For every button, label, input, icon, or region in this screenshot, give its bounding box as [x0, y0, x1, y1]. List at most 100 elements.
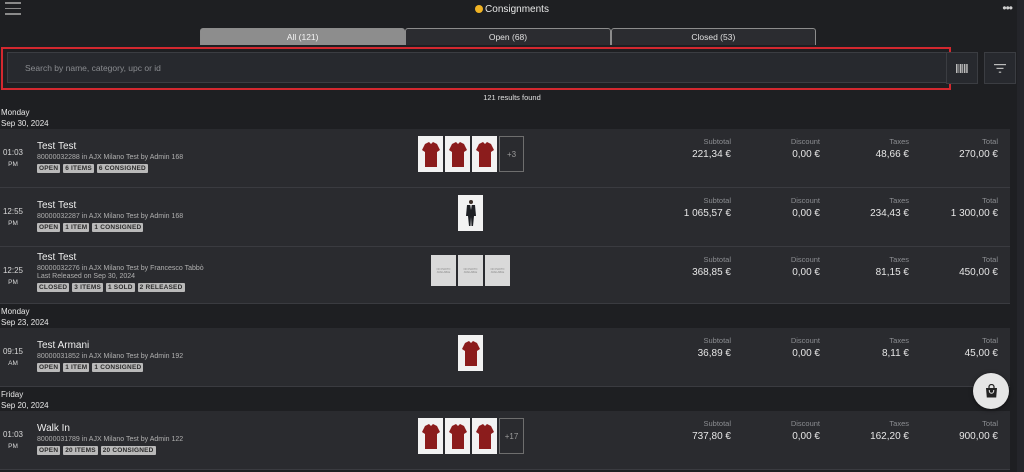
search-input[interactable]: [8, 53, 946, 82]
row-totals: Subtotal 221,34 € Discount 0,00 € Taxes 48,…: [640, 137, 1000, 177]
discount-label: Discount: [790, 137, 820, 146]
taxes-value: 162,20 €: [870, 431, 909, 442]
subtotal-label: Subtotal: [703, 137, 731, 146]
row-time: 09:15 AM: [2, 347, 24, 367]
consignment-list: Monday Sep 30, 2024 01:03 PM Test Test 80…: [0, 105, 1010, 470]
subtotal-label: Subtotal: [703, 419, 731, 428]
no-photo-placeholder: NO PHOTO AVAILABLE: [458, 255, 483, 286]
product-thumbnail: [458, 335, 483, 371]
product-thumbnail: [472, 136, 497, 172]
consignment-row[interactable]: 12:55 PM Test Test 80000032287 in AJX Mil…: [0, 188, 1010, 247]
taxes-label: Taxes: [889, 137, 909, 146]
status-badge: OPEN: [37, 363, 61, 372]
no-photo-placeholder: NO PHOTO AVAILABLE: [431, 255, 456, 286]
group-day: Monday: [1, 108, 30, 117]
consignment-row[interactable]: 12:25 PM Test Test 80000032276 in AJX Mil…: [0, 247, 1010, 304]
row-time: 12:55 PM: [2, 207, 24, 227]
group-day: Friday: [1, 390, 24, 399]
emoji-icon: [475, 5, 484, 13]
row-info: Test Armani 80000031852 in AJX Milano Te…: [37, 340, 183, 372]
row-time: 01:03 PM: [2, 148, 24, 168]
consigned-badge: 1 CONSIGNED: [92, 363, 144, 372]
scrollbar[interactable]: [1017, 0, 1024, 472]
consignment-row[interactable]: 01:03 PM Test Test 80000032288 in AJX Mil…: [0, 129, 1010, 188]
product-thumbnail: [445, 136, 470, 172]
row-time: 12:25 PM: [2, 266, 24, 286]
more-images-count: +17: [499, 418, 524, 454]
subtotal-value: 221,34 €: [692, 149, 731, 160]
status-badge: OPEN: [37, 223, 61, 232]
barcode-icon: [956, 63, 968, 73]
barcode-scan-button[interactable]: [946, 52, 978, 84]
items-badge: 3 ITEMS: [72, 283, 103, 292]
subtotal-label: Subtotal: [703, 196, 731, 205]
date-group-header: Monday Sep 23, 2024: [0, 304, 1010, 328]
filter-button[interactable]: [984, 52, 1016, 84]
consignment-id-line: 80000032276 in AJX Milano Test by France…: [37, 265, 204, 272]
tab-all[interactable]: All (121): [200, 28, 406, 45]
discount-value: 0,00 €: [792, 208, 820, 219]
item-thumbnails: +3: [418, 136, 524, 172]
taxes-label: Taxes: [889, 336, 909, 345]
product-thumbnail: [445, 418, 470, 454]
status-badges: OPEN 6 ITEMS 6 CONSIGNED: [37, 164, 183, 173]
discount-label: Discount: [790, 196, 820, 205]
subtotal-label: Subtotal: [703, 336, 731, 345]
total-label: Total: [982, 336, 998, 345]
product-thumbnail: [458, 195, 483, 231]
taxes-value: 81,15 €: [875, 267, 909, 278]
customer-name: Test Test: [37, 200, 77, 211]
customer-name: Test Armani: [37, 340, 90, 351]
subtotal-value: 368,85 €: [692, 267, 731, 278]
top-bar: Consignments •••: [0, 0, 1024, 22]
results-count: 121 results found: [483, 93, 541, 102]
tab-closed[interactable]: Closed (53): [610, 28, 816, 45]
subtotal-value: 737,80 €: [692, 431, 731, 442]
group-date: Sep 30, 2024: [1, 119, 49, 128]
shopping-bag-icon: [985, 384, 997, 398]
more-images-count: +3: [499, 136, 524, 172]
status-badge: CLOSED: [37, 283, 70, 292]
date-group-header: Monday Sep 30, 2024: [0, 105, 1010, 129]
subtotal-value: 1 065,57 €: [683, 208, 731, 219]
total-value: 450,00 €: [959, 267, 998, 278]
taxes-value: 234,43 €: [870, 208, 909, 219]
subtotal-label: Subtotal: [703, 255, 731, 264]
product-thumbnail: [418, 136, 443, 172]
consignment-id-line: 80000032288 in AJX Milano Test by Admin …: [37, 154, 184, 161]
row-totals: Subtotal 1 065,57 € Discount 0,00 € Taxes 2…: [640, 196, 1000, 236]
total-value: 45,00 €: [964, 348, 998, 359]
item-thumbnails: [458, 195, 483, 231]
discount-value: 0,00 €: [792, 431, 820, 442]
consignment-row[interactable]: 01:03 PM Walk In 80000031789 in AJX Milan…: [0, 411, 1010, 470]
search-box: [7, 52, 947, 83]
consignment-row[interactable]: 09:15 AM Test Armani 80000031852 in AJX M…: [0, 328, 1010, 387]
row-info: Test Test 80000032276 in AJX Milano Test…: [37, 252, 204, 292]
status-badges: OPEN 1 ITEM 1 CONSIGNED: [37, 363, 183, 372]
discount-value: 0,00 €: [792, 149, 820, 160]
row-totals: Subtotal 368,85 € Discount 0,00 € Taxes 81,…: [640, 255, 1000, 295]
group-date: Sep 23, 2024: [1, 318, 49, 327]
row-info: Test Test 80000032288 in AJX Milano Test…: [37, 141, 183, 173]
status-badges: OPEN 1 ITEM 1 CONSIGNED: [37, 223, 183, 232]
item-thumbnails: [458, 335, 483, 371]
product-thumbnail: [418, 418, 443, 454]
consigned-badge: 1 CONSIGNED: [92, 223, 144, 232]
item-thumbnails: +17: [418, 418, 524, 454]
consignment-id-line: 80000031852 in AJX Milano Test by Admin …: [37, 353, 184, 360]
tab-open[interactable]: Open (68): [405, 28, 611, 45]
status-tabs: All (121) Open (68) Closed (53): [200, 28, 816, 45]
no-photo-placeholder: NO PHOTO AVAILABLE: [485, 255, 510, 286]
shopping-bag-button[interactable]: [973, 373, 1009, 409]
total-value: 900,00 €: [959, 431, 998, 442]
row-totals: Subtotal 737,80 € Discount 0,00 € Taxes 162…: [640, 419, 1000, 459]
customer-name: Test Test: [37, 252, 77, 263]
more-horizontal-icon[interactable]: •••: [1002, 1, 1013, 15]
date-group-header: Friday Sep 20, 2024: [0, 387, 1010, 411]
taxes-value: 8,11 €: [881, 348, 909, 359]
subtotal-value: 36,89 €: [697, 348, 731, 359]
product-thumbnail: [472, 418, 497, 454]
consigned-badge: 20 CONSIGNED: [100, 446, 156, 455]
consignment-id-line: 80000031789 in AJX Milano Test by Admin …: [37, 436, 184, 443]
items-badge: 6 ITEMS: [63, 164, 94, 173]
